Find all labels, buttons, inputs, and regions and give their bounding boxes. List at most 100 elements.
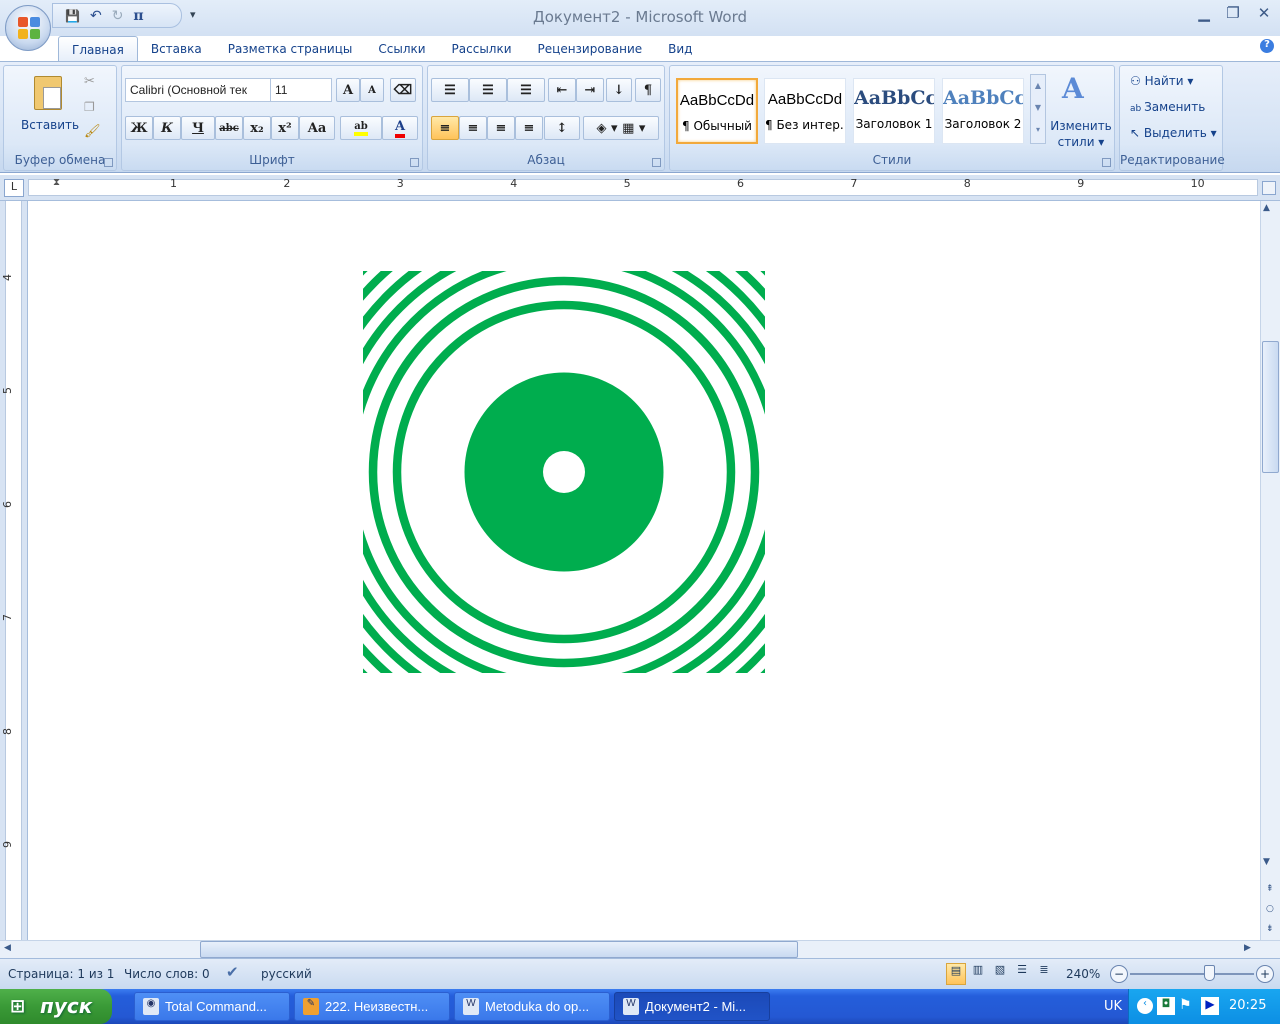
show-hidden-icons[interactable]: ‹ <box>1137 998 1153 1014</box>
redo-icon[interactable]: ↻ <box>112 8 124 24</box>
full-screen-reading-button[interactable]: ▥ <box>968 963 988 985</box>
language-indicator[interactable]: UK <box>1104 999 1122 1014</box>
tray-media-icon[interactable]: ▶ <box>1201 997 1219 1015</box>
subscript-button[interactable]: x₂ <box>243 116 271 140</box>
zoom-slider-thumb[interactable] <box>1204 965 1215 981</box>
dialog-launcher-icon[interactable] <box>104 158 113 167</box>
taskbar-item[interactable]: W Metoduka do op... <box>454 992 610 1021</box>
draft-button[interactable]: ≣ <box>1034 963 1054 985</box>
replace-button[interactable]: ab Заменить <box>1130 100 1205 114</box>
tab-insert[interactable]: Вставка <box>138 36 215 62</box>
font-size-combo[interactable]: 11 <box>270 78 332 102</box>
start-button[interactable]: ⊞ пуск <box>0 989 112 1024</box>
copy-icon[interactable]: ❐ <box>84 100 95 114</box>
styles-gallery-scroll[interactable]: ▲ ▼ ▾ <box>1030 74 1046 144</box>
horizontal-scrollbar[interactable]: ◀ ▶ <box>0 940 1280 958</box>
minimize-button[interactable]: ▁ <box>1192 4 1216 24</box>
justify-button[interactable]: ≡ <box>515 116 543 140</box>
language-status[interactable]: русский <box>261 967 312 981</box>
office-button[interactable] <box>5 5 51 51</box>
align-right-button[interactable]: ≡ <box>487 116 515 140</box>
customize-qat-button[interactable]: ▾ <box>190 8 196 21</box>
sort-button[interactable]: ↓ <box>606 78 632 102</box>
italic-button[interactable]: К <box>153 116 181 140</box>
dialog-launcher-icon[interactable] <box>410 158 419 167</box>
select-button[interactable]: ↖ Выделить ▾ <box>1130 126 1217 140</box>
superscript-button[interactable]: x² <box>271 116 299 140</box>
proofing-icon[interactable]: ✔ <box>226 963 239 981</box>
zoom-in-button[interactable]: + <box>1256 965 1274 983</box>
scroll-right-icon[interactable]: ▶ <box>1244 943 1251 953</box>
zoom-out-button[interactable]: − <box>1110 965 1128 983</box>
help-icon[interactable]: ? <box>1260 39 1274 53</box>
tab-references[interactable]: Ссылки <box>365 36 438 62</box>
tab-mailings[interactable]: Рассылки <box>439 36 525 62</box>
tray-app-icon[interactable]: ◘ <box>1157 997 1175 1015</box>
outline-button[interactable]: ☰ <box>1012 963 1032 985</box>
strikethrough-button[interactable]: abc <box>215 116 243 140</box>
concentric-circles-drawing[interactable] <box>363 271 765 673</box>
indent-marker[interactable]: ⧗ <box>53 177 65 199</box>
undo-icon[interactable]: ↶ <box>90 8 102 24</box>
scroll-left-icon[interactable]: ◀ <box>4 943 11 953</box>
font-name-combo[interactable]: Calibri (Основной тек <box>125 78 271 102</box>
find-button[interactable]: ⚇ Найти ▾ <box>1130 74 1193 88</box>
tray-network-icon[interactable]: ⚑ <box>1179 997 1192 1013</box>
change-styles-button[interactable]: Изменить стили ▾ <box>1048 118 1114 150</box>
equation-icon[interactable]: π <box>133 8 143 24</box>
scroll-thumb[interactable] <box>200 941 798 958</box>
scroll-thumb[interactable] <box>1262 341 1279 473</box>
scroll-down-icon[interactable]: ▼ <box>1263 857 1270 867</box>
restore-button[interactable]: ❐ <box>1221 4 1245 24</box>
change-case-button[interactable]: Aa <box>299 116 335 140</box>
tab-selector-button[interactable]: L <box>4 179 24 197</box>
browse-object-icons[interactable]: ⇞ ○ ⇟ <box>1266 879 1274 939</box>
style-heading-1[interactable]: AaBbCc Заголовок 1 <box>853 78 935 144</box>
tab-view[interactable]: Вид <box>655 36 705 62</box>
taskbar-item-active[interactable]: W Документ2 - Mi... <box>614 992 770 1021</box>
numbering-button[interactable]: ☰ <box>469 78 507 102</box>
underline-button[interactable]: Ч <box>181 116 215 140</box>
view-ruler-button[interactable] <box>1262 181 1276 195</box>
align-left-button[interactable]: ≡ <box>431 116 459 140</box>
page-count[interactable]: Страница: 1 из 1 <box>8 967 114 981</box>
highlight-button[interactable]: ab <box>340 116 382 140</box>
format-painter-icon[interactable]: 🖌 <box>84 124 101 139</box>
save-icon[interactable]: 💾 <box>65 9 80 23</box>
tab-review[interactable]: Рецензирование <box>525 36 656 62</box>
line-spacing-button[interactable]: ↕ <box>544 116 580 140</box>
align-center-button[interactable]: ≡ <box>459 116 487 140</box>
clear-formatting-icon[interactable]: ⌫ <box>390 78 416 102</box>
style-normal[interactable]: AaBbCcDd ¶ Обычный <box>676 78 758 144</box>
close-button[interactable]: ✕ <box>1252 4 1276 24</box>
word-count[interactable]: Число слов: 0 <box>124 967 210 981</box>
tab-page-layout[interactable]: Разметка страницы <box>215 36 366 62</box>
increase-indent-button[interactable]: ⇥ <box>576 78 604 102</box>
style-no-spacing[interactable]: AaBbCcDd ¶ Без интер... <box>764 78 846 144</box>
multilevel-list-button[interactable]: ☰ <box>507 78 545 102</box>
cut-icon[interactable]: ✂ <box>84 74 95 89</box>
decrease-indent-button[interactable]: ⇤ <box>548 78 576 102</box>
paste-button[interactable]: Вставить <box>21 118 79 132</box>
tab-home[interactable]: Главная <box>58 36 138 62</box>
show-marks-button[interactable]: ¶ <box>635 78 661 102</box>
bold-button[interactable]: Ж <box>125 116 153 140</box>
web-layout-button[interactable]: ▧ <box>990 963 1010 985</box>
scroll-up-icon[interactable]: ▲ <box>1263 203 1270 213</box>
shrink-font-button[interactable]: A <box>360 78 384 102</box>
print-layout-button[interactable]: ▤ <box>946 963 966 985</box>
grow-font-button[interactable]: A <box>336 78 360 102</box>
horizontal-ruler[interactable]: L ⧗ 1 2 3 4 5 6 7 8 9 10 <box>0 175 1280 201</box>
vertical-scrollbar[interactable]: ▲ ▼ ⇞ ○ ⇟ <box>1260 201 1280 940</box>
font-color-button[interactable]: A <box>382 116 418 140</box>
zoom-slider[interactable] <box>1130 973 1254 975</box>
taskbar-item[interactable]: ✎ 222. Неизвестн... <box>294 992 450 1021</box>
dialog-launcher-icon[interactable] <box>1102 158 1111 167</box>
bullets-button[interactable]: ☰ <box>431 78 469 102</box>
zoom-level[interactable]: 240% <box>1066 967 1100 981</box>
shading-borders-button[interactable]: ◈ ▾ ▦ ▾ <box>583 116 659 140</box>
style-heading-2[interactable]: AaBbCc Заголовок 2 <box>942 78 1024 144</box>
taskbar-item[interactable]: ◉ Total Command... <box>134 992 290 1021</box>
document-page[interactable] <box>28 201 1260 940</box>
dialog-launcher-icon[interactable] <box>652 158 661 167</box>
